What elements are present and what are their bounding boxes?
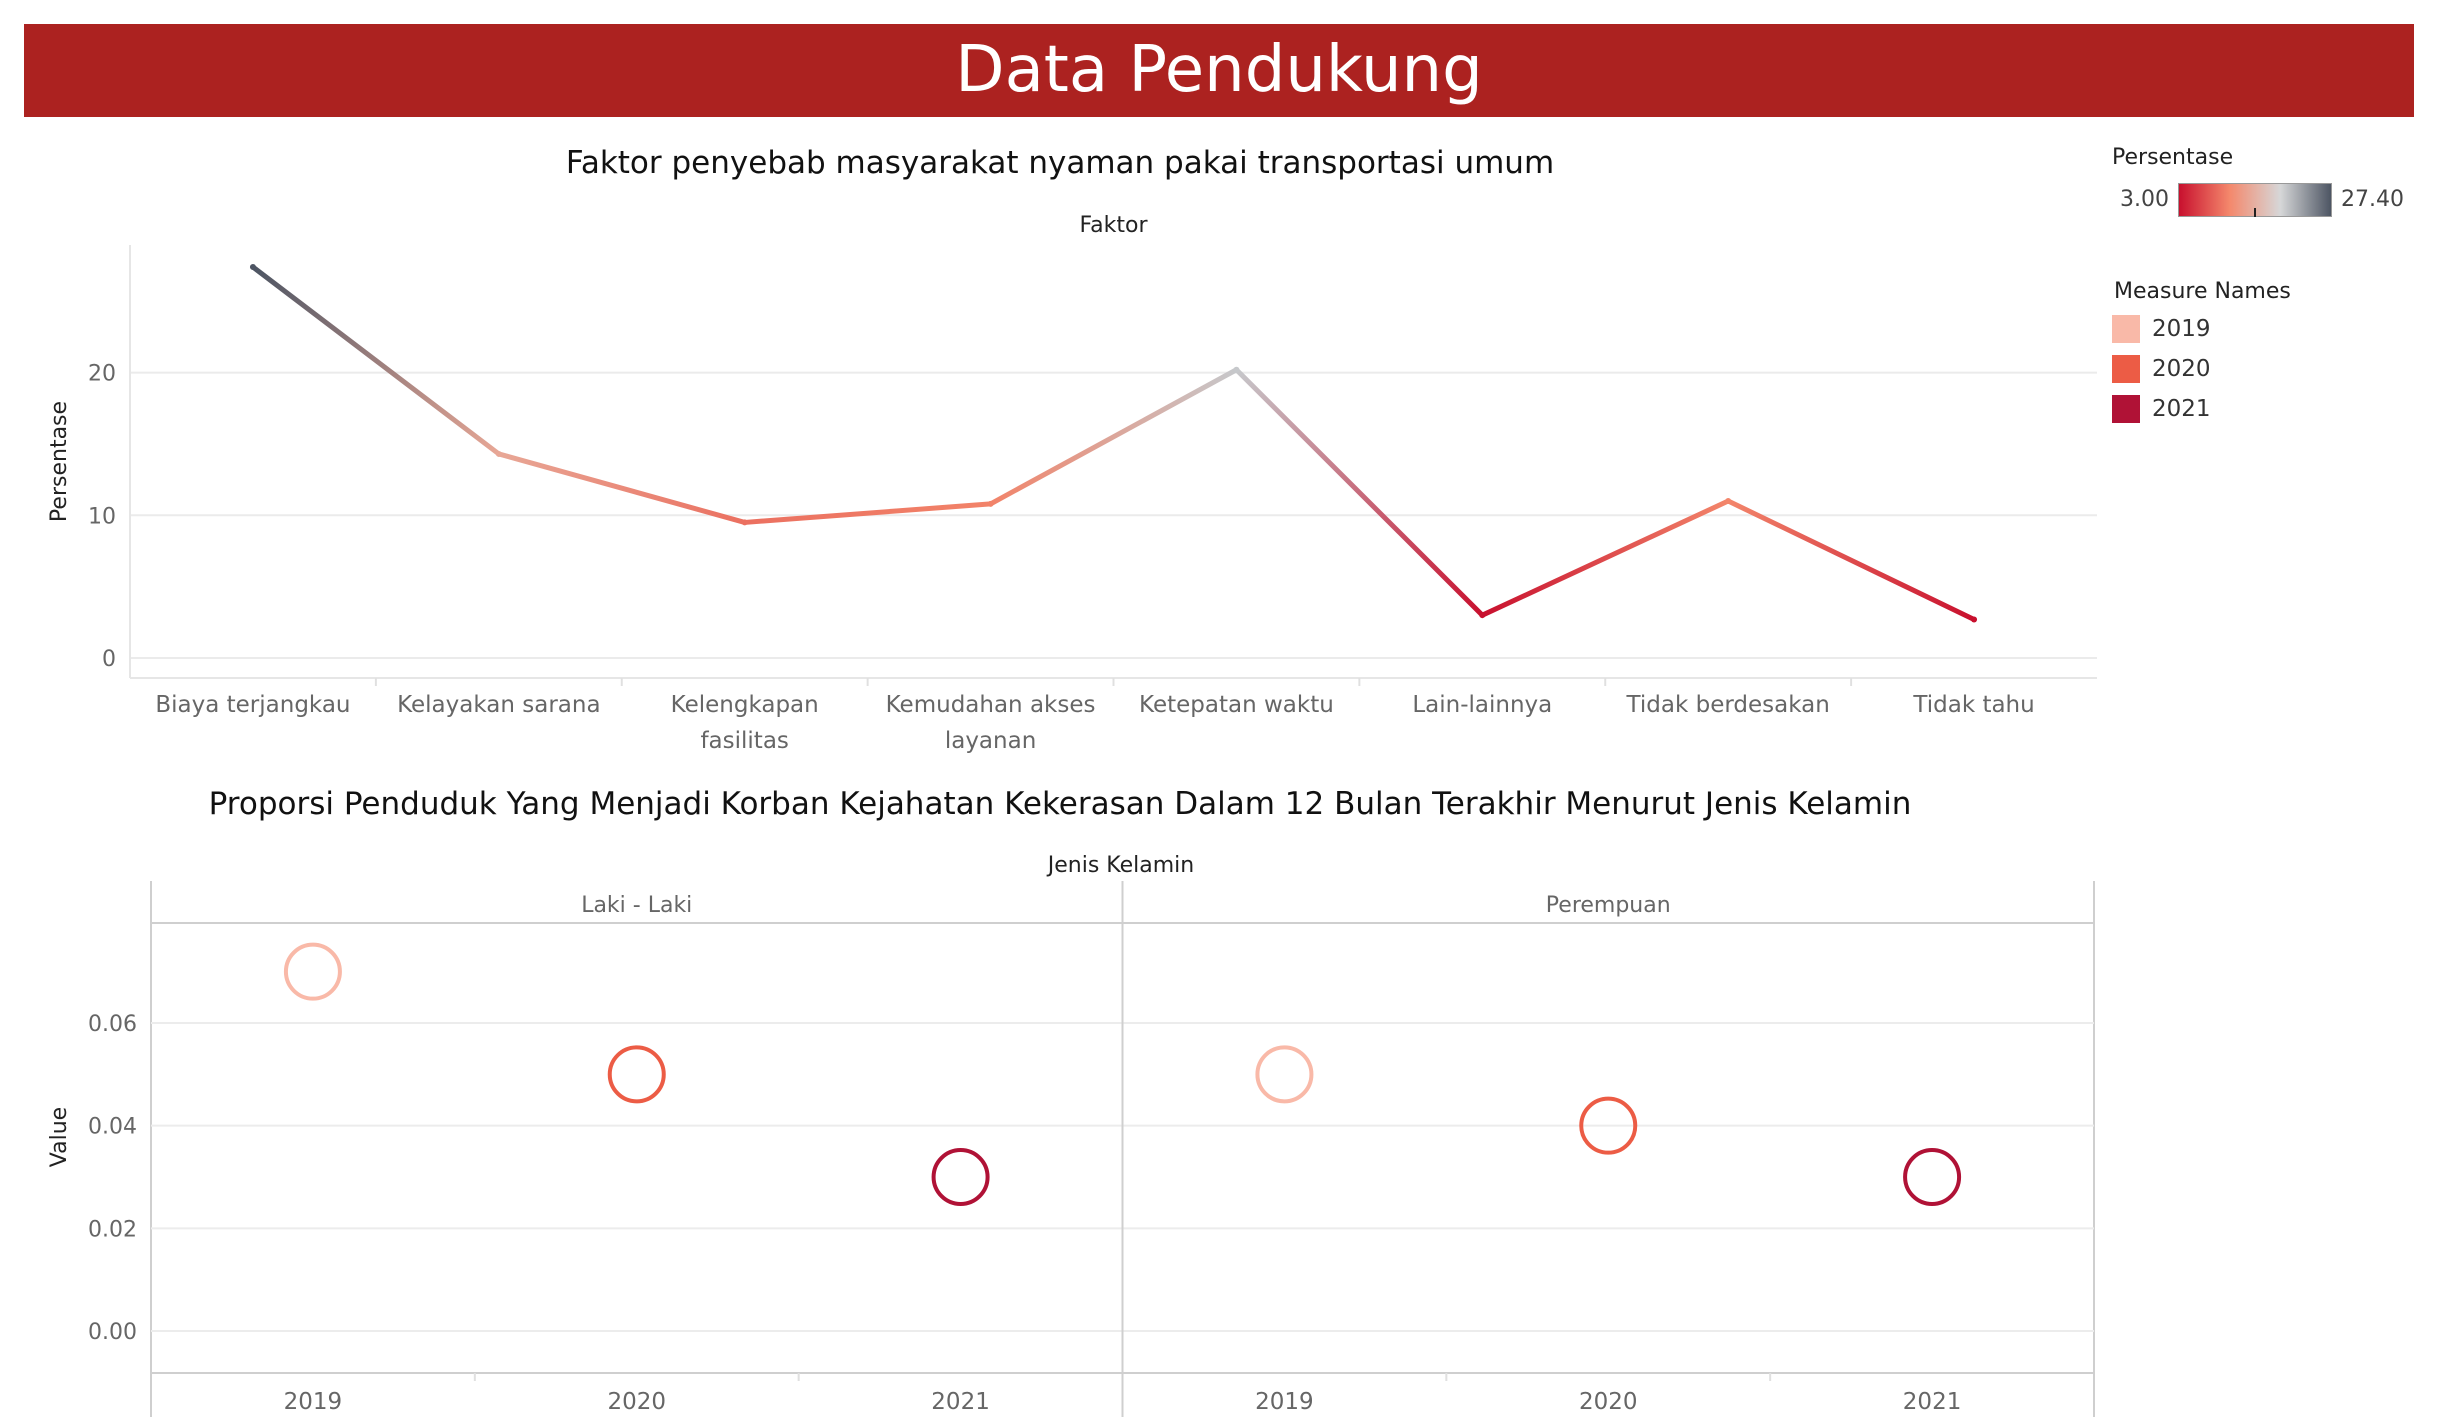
line-point[interactable] — [1479, 612, 1486, 619]
color-legend-title: Persentase — [2112, 145, 2234, 170]
line-point[interactable] — [1971, 616, 1978, 623]
legend-swatch — [2112, 315, 2140, 343]
line-segment[interactable] — [988, 367, 1239, 507]
panel-header: Laki - Laki — [581, 893, 692, 918]
line-segment[interactable] — [250, 264, 502, 457]
line-segment[interactable] — [1725, 498, 1977, 622]
x-tick-label: Ketepatan waktu — [1139, 692, 1334, 718]
color-legend-min: 3.00 — [2120, 187, 2169, 212]
y-tick-label: 0.04 — [88, 1115, 137, 1140]
line-point[interactable] — [741, 519, 748, 526]
x-tick-label: 2019 — [284, 1389, 343, 1415]
header-banner: Data Pendukung — [24, 24, 2414, 117]
x-tick-label: Tidak berdesakan — [1626, 692, 1830, 718]
color-legend-max: 27.40 — [2341, 187, 2404, 212]
y-tick-label: 20 — [88, 362, 116, 387]
line-segment[interactable] — [1233, 367, 1485, 618]
y-tick-label: 10 — [88, 504, 116, 529]
scatter-point[interactable] — [1255, 1045, 1314, 1104]
x-tick-label: Tidak tahu — [1912, 692, 2034, 718]
x-tick-label: Lain-lainnya — [1412, 692, 1552, 718]
scatter-chart[interactable]: Jenis Kelamin 0.00 0.02 0.04 0.06 Value Laki -… — [0, 845, 2120, 1417]
line-segment[interactable] — [742, 501, 994, 525]
line-point[interactable] — [249, 264, 256, 270]
legend-swatch — [2112, 355, 2140, 383]
x-tick-label: 2019 — [1255, 1389, 1314, 1415]
y-tick-label: 0.00 — [88, 1320, 137, 1345]
page-title: Data Pendukung — [955, 33, 1483, 107]
line-segment[interactable] — [1479, 498, 1731, 618]
color-gradient-marker — [2254, 208, 2256, 217]
x-tick-label: 2020 — [1579, 1389, 1638, 1415]
x-tick-label: Kelayakan sarana — [397, 692, 600, 718]
measure-legend-title: Measure Names — [2114, 279, 2291, 304]
y-axis-title: Persentase — [47, 401, 72, 522]
line-point[interactable] — [1233, 366, 1240, 373]
y-tick-label: 0.02 — [88, 1217, 137, 1242]
legend-swatch — [2112, 395, 2140, 423]
legend-label: 2021 — [2152, 396, 2211, 422]
x-tick-label: Biaya terjangkau — [155, 692, 350, 718]
scatter-point[interactable] — [607, 1045, 666, 1104]
scatter-point[interactable] — [283, 942, 342, 1001]
column-header: Jenis Kelamin — [1046, 853, 1194, 878]
y-axis-title: Value — [47, 1107, 72, 1167]
line-chart-title: Faktor penyebab masyarakat nyaman pakai … — [565, 145, 1555, 181]
y-tick-label: 0 — [102, 647, 116, 672]
y-tick-label: 0.06 — [88, 1012, 137, 1037]
legend-label: 2020 — [2152, 356, 2211, 382]
legend-panel: Persentase 3.00 27.40 Measure Names 2019… — [2108, 145, 2428, 445]
scatter-point[interactable] — [1903, 1148, 1962, 1206]
x-axis-header: Faktor — [1080, 213, 1149, 238]
panel-header: Perempuan — [1546, 893, 1671, 918]
line-point[interactable] — [1725, 498, 1732, 505]
x-tick-label: Kemudahan akses layanan — [886, 692, 1096, 754]
x-tick-label: 2021 — [931, 1389, 990, 1415]
line-point[interactable] — [495, 450, 502, 457]
legend-label: 2019 — [2152, 316, 2211, 342]
scatter-point[interactable] — [931, 1148, 990, 1206]
x-tick-label: 2020 — [607, 1389, 666, 1415]
x-tick-label: Kelengkapan fasilitas — [671, 692, 819, 754]
line-point[interactable] — [987, 500, 994, 507]
scatter-chart-title: Proporsi Penduduk Yang Menjadi Korban Ke… — [208, 786, 1912, 822]
line-segment[interactable] — [496, 451, 748, 525]
x-tick-label: 2021 — [1903, 1389, 1962, 1415]
